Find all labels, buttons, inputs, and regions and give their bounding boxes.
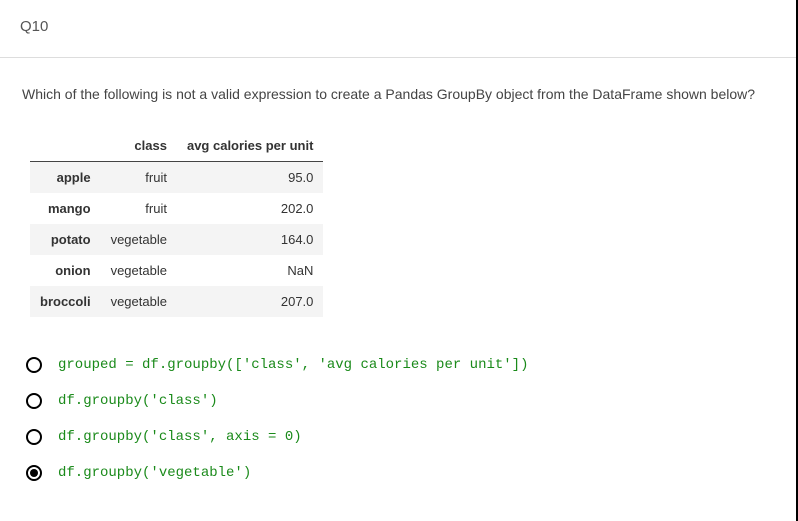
table-corner [30, 130, 101, 162]
option-b[interactable]: df.groupby('class') [22, 383, 776, 419]
radio-icon [26, 429, 42, 445]
question-body: Which of the following is not a valid ex… [0, 58, 796, 521]
row-label: apple [30, 162, 101, 194]
answer-options: grouped = df.groupby(['class', 'avg calo… [22, 347, 776, 491]
row-label: onion [30, 255, 101, 286]
cell-value: 202.0 [177, 193, 323, 224]
question-header: Q10 [0, 0, 796, 58]
table-row: apple fruit 95.0 [30, 162, 323, 194]
option-c[interactable]: df.groupby('class', axis = 0) [22, 419, 776, 455]
cell-class: fruit [101, 193, 177, 224]
question-number: Q10 [20, 18, 48, 35]
radio-icon [26, 357, 42, 373]
radio-icon-selected [26, 465, 42, 481]
cell-value: 207.0 [177, 286, 323, 317]
option-a[interactable]: grouped = df.groupby(['class', 'avg calo… [22, 347, 776, 383]
row-label: broccoli [30, 286, 101, 317]
cell-class: vegetable [101, 255, 177, 286]
row-label: potato [30, 224, 101, 255]
option-code: df.groupby('class') [58, 393, 218, 409]
col-header-avg: avg calories per unit [177, 130, 323, 162]
option-d[interactable]: df.groupby('vegetable') [22, 455, 776, 491]
cell-value: 164.0 [177, 224, 323, 255]
col-header-class: class [101, 130, 177, 162]
option-code: df.groupby('vegetable') [58, 465, 251, 481]
option-code: grouped = df.groupby(['class', 'avg calo… [58, 357, 528, 373]
table-row: onion vegetable NaN [30, 255, 323, 286]
table-row: mango fruit 202.0 [30, 193, 323, 224]
cell-value: NaN [177, 255, 323, 286]
row-label: mango [30, 193, 101, 224]
table-row: broccoli vegetable 207.0 [30, 286, 323, 317]
question-text: Which of the following is not a valid ex… [22, 86, 776, 102]
radio-icon [26, 393, 42, 409]
table-row: potato vegetable 164.0 [30, 224, 323, 255]
option-code: df.groupby('class', axis = 0) [58, 429, 302, 445]
cell-value: 95.0 [177, 162, 323, 194]
question-page: Q10 Which of the following is not a vali… [0, 0, 798, 521]
cell-class: fruit [101, 162, 177, 194]
cell-class: vegetable [101, 286, 177, 317]
cell-class: vegetable [101, 224, 177, 255]
dataframe-table: class avg calories per unit apple fruit … [30, 130, 323, 317]
